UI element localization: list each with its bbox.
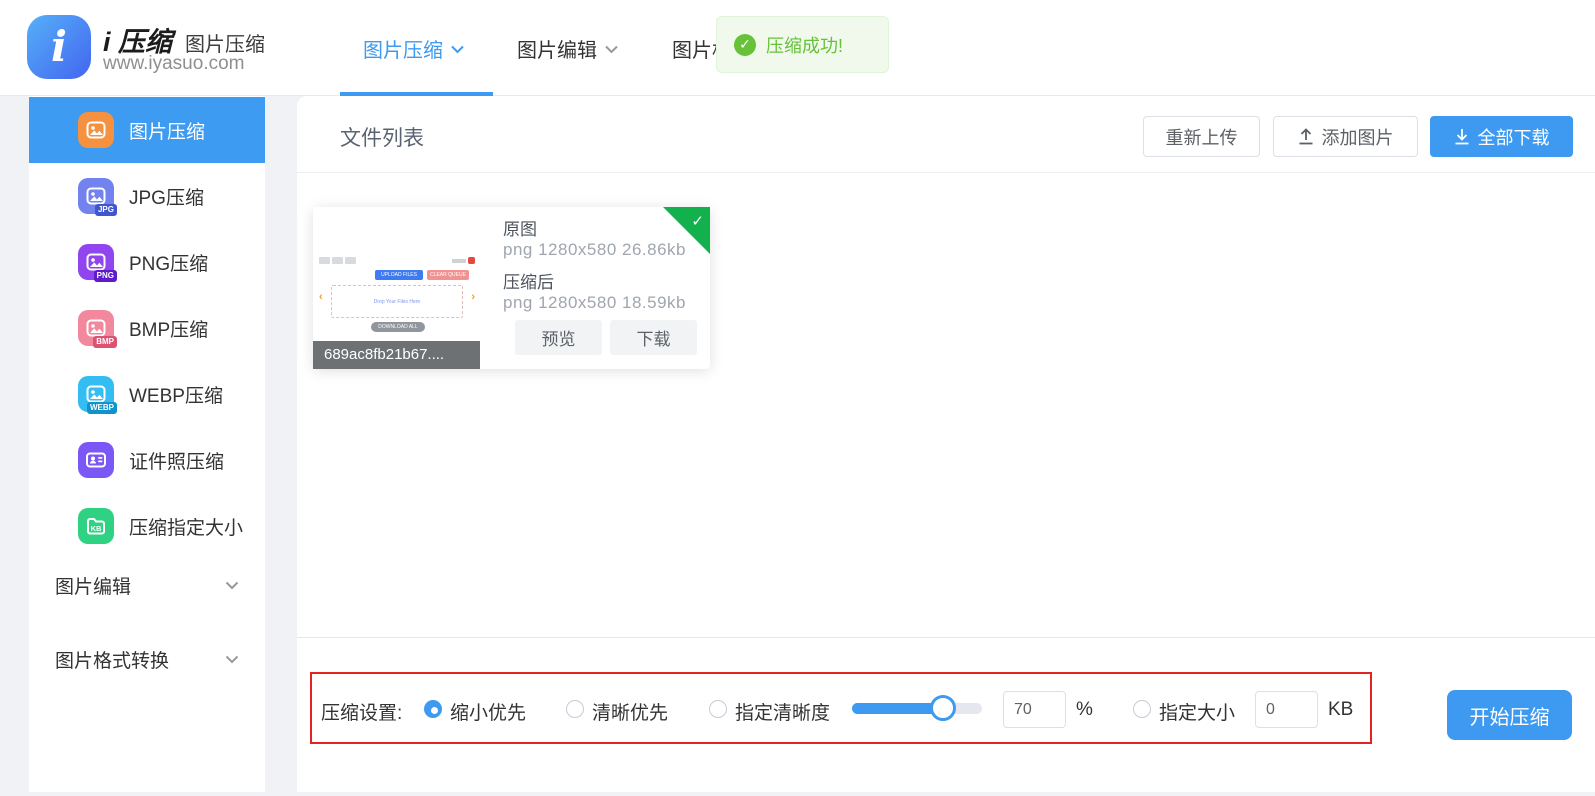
- sidebar-item-bmp-compress[interactable]: BMP BMP压缩: [29, 295, 265, 361]
- sidebar-item-label: 压缩指定大小: [129, 513, 243, 540]
- logo-letter: i: [51, 26, 67, 68]
- reupload-button[interactable]: 重新上传: [1143, 116, 1260, 157]
- size-unit: KB: [1328, 699, 1353, 721]
- format-badge: JPG: [95, 204, 117, 216]
- sidebar-item-label: BMP压缩: [129, 315, 208, 342]
- download-all-label: 全部下载: [1478, 124, 1550, 150]
- download-icon: [1454, 128, 1470, 145]
- bmp-compress-icon: BMP: [78, 310, 114, 346]
- chevron-down-icon: [605, 45, 618, 54]
- start-compress-button[interactable]: 开始压缩: [1447, 690, 1572, 740]
- size-input[interactable]: [1255, 691, 1318, 728]
- jpg-compress-icon: JPG: [78, 178, 114, 214]
- nav-tab-image-edit[interactable]: 图片编辑: [517, 0, 618, 96]
- mock-prev-arrow: ‹: [319, 291, 323, 303]
- sidebar-item-label: 图片压缩: [129, 117, 205, 144]
- sidebar-item-id-photo-compress[interactable]: 证件照压缩: [29, 427, 265, 493]
- settings-label: 压缩设置:: [321, 698, 402, 725]
- active-tab-underline: [340, 92, 493, 96]
- kb-size-icon: KB: [78, 508, 114, 544]
- add-image-button[interactable]: 添加图片: [1273, 116, 1418, 157]
- header: i i 压缩 图片压缩 www.iyasuo.com 图片压缩 图片编辑 图片格…: [0, 0, 1595, 96]
- upload-icon: [1298, 128, 1314, 145]
- webp-compress-icon: WEBP: [78, 376, 114, 412]
- mock-dropzone: Drop Your Files Here: [331, 285, 463, 318]
- chevron-down-icon: [451, 45, 464, 54]
- preview-button[interactable]: 预览: [515, 320, 602, 355]
- settings-divider: [297, 637, 1595, 638]
- download-all-button[interactable]: 全部下载: [1430, 116, 1573, 157]
- sidebar-item-target-size-compress[interactable]: KB 压缩指定大小: [29, 493, 265, 559]
- success-check-icon: ✓: [734, 34, 756, 56]
- quality-unit: %: [1076, 699, 1093, 721]
- sidebar-item-jpg-compress[interactable]: JPG JPG压缩: [29, 163, 265, 229]
- format-badge: WEBP: [87, 402, 117, 414]
- radio-label-custom-clarity[interactable]: 指定清晰度: [735, 698, 830, 725]
- compressed-label: 压缩后: [503, 268, 554, 293]
- file-thumbnail[interactable]: UPLOAD FILES CLEAR QUEUE Drop Your Files…: [313, 207, 480, 369]
- brand-logo-icon[interactable]: i: [27, 15, 91, 79]
- toast-message: 压缩成功!: [766, 32, 843, 58]
- chevron-down-icon: [225, 581, 239, 590]
- radio-target-size[interactable]: [1133, 700, 1151, 718]
- section-label: 图片格式转换: [55, 646, 169, 673]
- page-title: 文件列表: [340, 122, 424, 152]
- sidebar-item-png-compress[interactable]: PNG PNG压缩: [29, 229, 265, 295]
- bottom-strip: [0, 792, 1595, 796]
- radio-clarity-priority[interactable]: [566, 700, 584, 718]
- image-compress-icon: [78, 112, 114, 148]
- filename-label: 689ac8fb21b67....: [313, 341, 480, 369]
- mock-upload-button: UPLOAD FILES: [375, 270, 423, 280]
- format-badge: PNG: [94, 270, 117, 282]
- quality-slider[interactable]: [852, 703, 982, 714]
- radio-shrink-priority[interactable]: [424, 700, 442, 718]
- original-label: 原图: [503, 215, 537, 240]
- nav-tab-label: 图片压缩: [363, 34, 443, 63]
- sidebar-item-label: PNG压缩: [129, 249, 208, 276]
- nav-tab-image-compress[interactable]: 图片压缩: [363, 0, 464, 96]
- sidebar-item-label: 证件照压缩: [129, 447, 224, 474]
- success-toast: ✓ 压缩成功!: [716, 16, 889, 73]
- radio-custom-clarity[interactable]: [709, 700, 727, 718]
- add-image-label: 添加图片: [1322, 124, 1394, 150]
- download-button[interactable]: 下载: [610, 320, 697, 355]
- id-photo-icon: [78, 442, 114, 478]
- mock-download-button: DOWNLOAD ALL: [371, 322, 425, 332]
- brand-url: www.iyasuo.com: [103, 53, 245, 75]
- app-root: i i 压缩 图片压缩 www.iyasuo.com 图片压缩 图片编辑 图片格…: [0, 0, 1595, 796]
- header-divider: [297, 172, 1595, 173]
- sidebar-item-webp-compress[interactable]: WEBP WEBP压缩: [29, 361, 265, 427]
- compressed-info: png 1280x580 18.59kb: [503, 293, 686, 313]
- slider-thumb[interactable]: [930, 695, 956, 721]
- nav-tab-label: 图片编辑: [517, 34, 597, 63]
- sidebar-section-image-edit[interactable]: 图片编辑: [29, 568, 265, 602]
- sidebar-item-label: WEBP压缩: [129, 381, 223, 408]
- file-card: UPLOAD FILES CLEAR QUEUE Drop Your Files…: [313, 207, 710, 369]
- sidebar-item-label: JPG压缩: [129, 183, 204, 210]
- chevron-down-icon: [225, 655, 239, 664]
- mock-header-right: [452, 257, 475, 264]
- sidebar-item-image-compress[interactable]: 图片压缩: [29, 97, 265, 163]
- radio-label-clarity[interactable]: 清晰优先: [592, 698, 668, 725]
- sidebar-section-format-convert[interactable]: 图片格式转换: [29, 642, 265, 676]
- section-label: 图片编辑: [55, 572, 131, 599]
- png-compress-icon: PNG: [78, 244, 114, 280]
- svg-text:KB: KB: [91, 524, 102, 533]
- mock-clear-button: CLEAR QUEUE: [427, 270, 469, 280]
- format-badge: BMP: [93, 336, 117, 348]
- mock-tabs: [319, 257, 356, 264]
- corner-check-icon: ✓: [691, 212, 704, 230]
- reupload-label: 重新上传: [1166, 124, 1238, 150]
- radio-label-target-size[interactable]: 指定大小: [1159, 698, 1235, 725]
- quality-input[interactable]: [1003, 691, 1066, 728]
- thumbnail-preview: UPLOAD FILES CLEAR QUEUE Drop Your Files…: [313, 251, 480, 341]
- radio-label-shrink[interactable]: 缩小优先: [450, 698, 526, 725]
- sidebar: 图片压缩 JPG JPG压缩 PNG PNG压缩 BMP BMP压缩: [29, 96, 265, 792]
- original-info: png 1280x580 26.86kb: [503, 240, 686, 260]
- mock-next-arrow: ›: [471, 291, 475, 303]
